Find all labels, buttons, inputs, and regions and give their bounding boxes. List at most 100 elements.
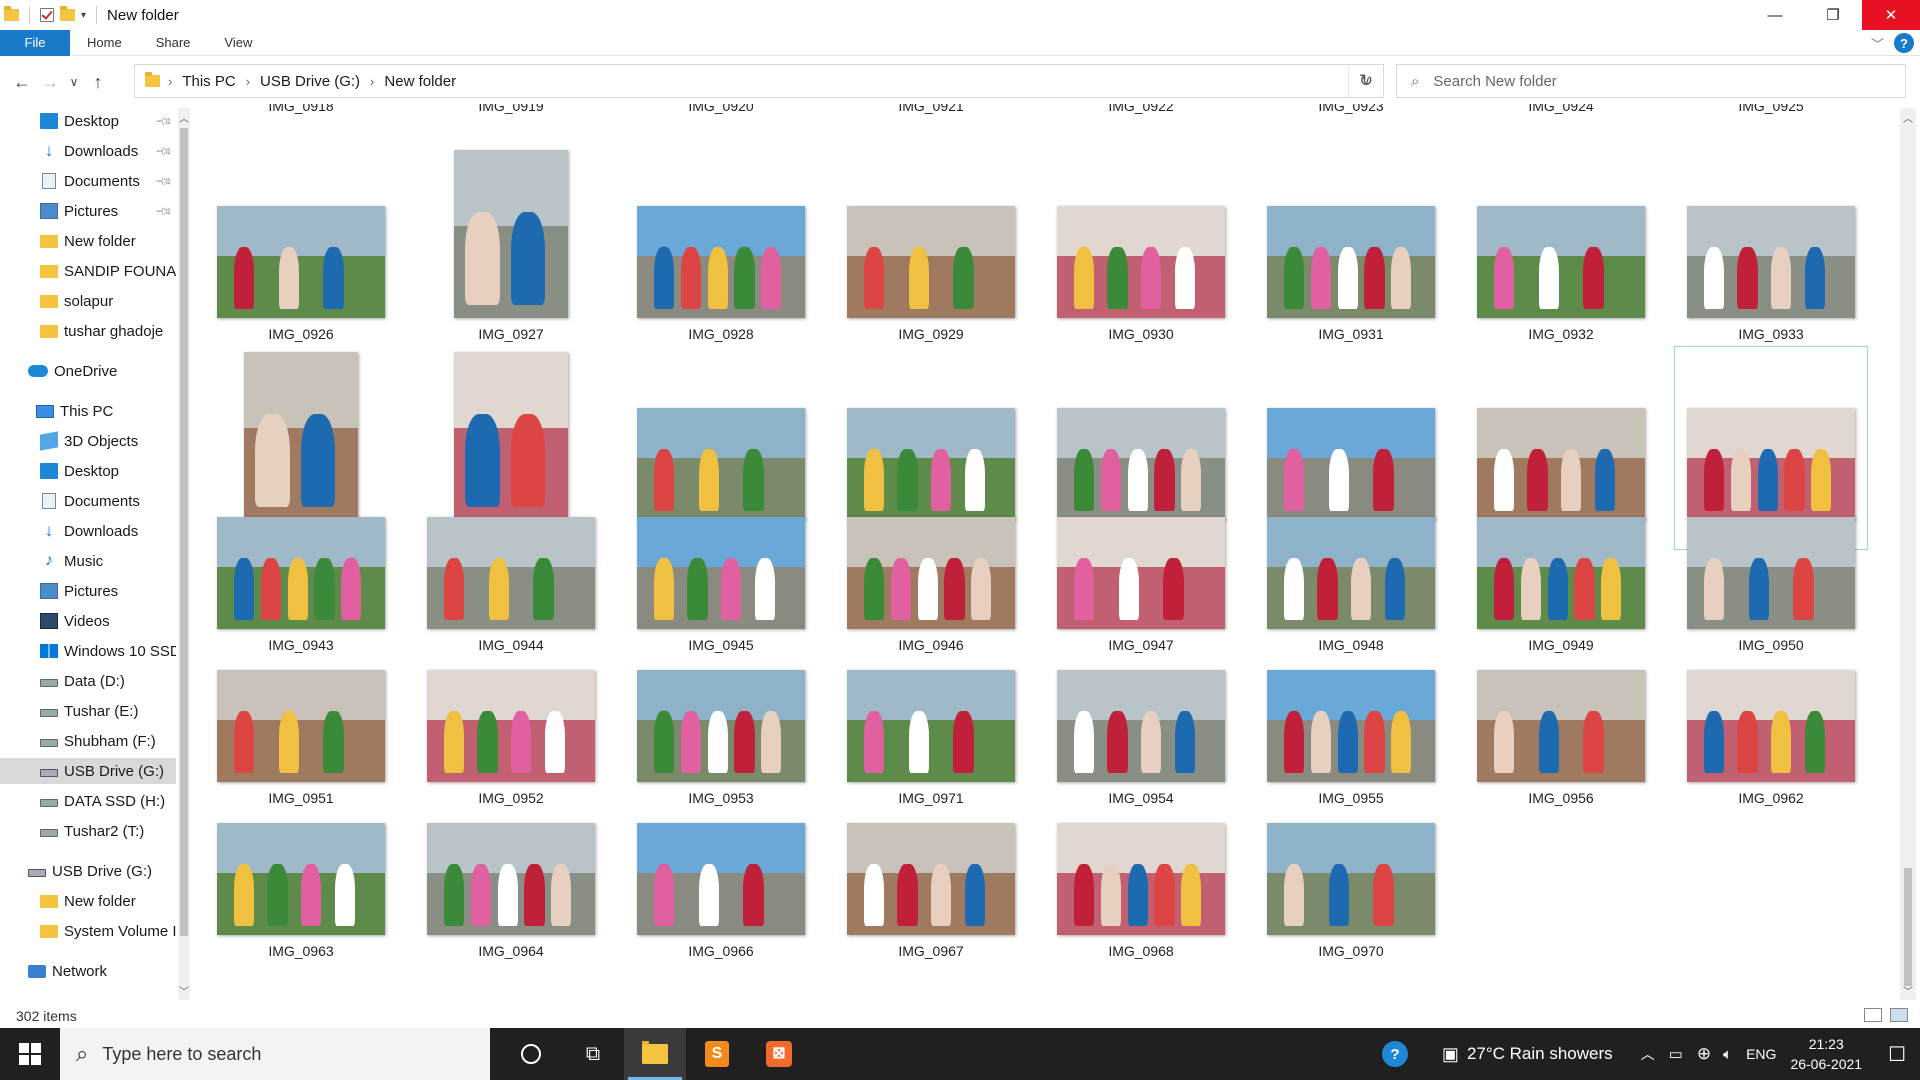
image-thumbnail[interactable] — [427, 670, 595, 782]
nav-scrollbar[interactable]: ︿ ﹀ — [178, 108, 190, 1000]
image-thumbnail[interactable] — [244, 352, 358, 520]
nav-item-sandip-founai[interactable]: SANDIP FOUNAI — [0, 258, 176, 284]
file-label-partial[interactable]: IMG_0925 — [1687, 104, 1855, 114]
file-name-label[interactable]: IMG_0971 — [826, 790, 1036, 806]
xampp-icon[interactable]: ⊠ — [748, 1028, 810, 1080]
content-scrollbar-thumb[interactable] — [1904, 868, 1912, 986]
breadcrumb-this-pc[interactable]: This PC — [182, 73, 235, 90]
nav-item-system-volume-i[interactable]: System Volume I — [0, 918, 176, 944]
clock[interactable]: 21:23 26-06-2021 — [1790, 1034, 1862, 1074]
nav-item-tushar2-t[interactable]: Tushar2 (T:) — [0, 818, 176, 844]
cortana-icon[interactable] — [500, 1028, 562, 1080]
image-thumbnail[interactable] — [1267, 408, 1435, 520]
image-thumbnail[interactable] — [637, 206, 805, 318]
expand-ribbon-icon[interactable]: ﹀ — [1871, 34, 1884, 53]
image-thumbnail[interactable] — [1057, 517, 1225, 629]
nav-item-desktop[interactable]: Desktop — [0, 458, 176, 484]
file-name-label[interactable]: IMG_0946 — [826, 637, 1036, 653]
breadcrumb-new-folder[interactable]: New folder — [384, 73, 456, 90]
image-thumbnail[interactable] — [1477, 517, 1645, 629]
customize-toolbar-icon[interactable]: ▾ — [81, 10, 86, 21]
image-thumbnail[interactable] — [217, 670, 385, 782]
details-view-icon[interactable] — [1864, 1008, 1882, 1022]
file-name-label[interactable]: IMG_0970 — [1246, 943, 1456, 959]
file-name-label[interactable]: IMG_0947 — [1036, 637, 1246, 653]
file-name-label[interactable]: IMG_0951 — [196, 790, 406, 806]
file-label-partial[interactable]: IMG_0920 — [637, 104, 805, 114]
nav-item-tushar-ghadoje[interactable]: tushar ghadoje — [0, 318, 176, 344]
file-name-label[interactable]: IMG_0929 — [826, 326, 1036, 342]
image-thumbnail[interactable] — [1687, 206, 1855, 318]
weather-text[interactable]: 27°C Rain showers — [1467, 1044, 1613, 1064]
image-thumbnail[interactable] — [217, 517, 385, 629]
file-name-label[interactable]: IMG_0944 — [406, 637, 616, 653]
image-thumbnail[interactable] — [637, 517, 805, 629]
nav-item-new-folder[interactable]: New folder — [0, 888, 176, 914]
image-thumbnail[interactable] — [637, 823, 805, 935]
image-thumbnail[interactable] — [454, 352, 568, 520]
weather-icon[interactable]: ▣ — [1442, 1044, 1459, 1065]
new-folder-icon[interactable] — [60, 6, 75, 21]
scroll-up-icon[interactable]: ︿ — [178, 110, 190, 125]
chevron-right-icon[interactable]: › — [246, 74, 250, 89]
search-input[interactable]: ⌕ Search New folder — [1396, 64, 1906, 98]
battery-icon[interactable]: ▭ — [1669, 1045, 1683, 1063]
image-thumbnail[interactable] — [217, 823, 385, 935]
file-name-label[interactable]: IMG_0966 — [616, 943, 826, 959]
maximize-button[interactable]: ❐ — [1804, 0, 1862, 30]
file-name-label[interactable]: IMG_0955 — [1246, 790, 1456, 806]
file-label-partial[interactable]: IMG_0919 — [427, 104, 595, 114]
image-thumbnail[interactable] — [1687, 517, 1855, 629]
file-name-label[interactable]: IMG_0945 — [616, 637, 826, 653]
refresh-button[interactable]: ↻ — [1348, 64, 1384, 98]
file-name-label[interactable]: IMG_0932 — [1456, 326, 1666, 342]
tab-view[interactable]: View — [207, 30, 269, 56]
nav-item-pictures[interactable]: Pictures — [0, 578, 176, 604]
image-thumbnail[interactable] — [847, 408, 1015, 520]
nav-item-3d-objects[interactable]: 3D Objects — [0, 428, 176, 454]
tab-home[interactable]: Home — [70, 30, 139, 56]
file-name-label[interactable]: IMG_0968 — [1036, 943, 1246, 959]
image-thumbnail[interactable] — [847, 670, 1015, 782]
image-thumbnail[interactable] — [1267, 823, 1435, 935]
image-thumbnail[interactable] — [1687, 670, 1855, 782]
properties-icon[interactable] — [40, 8, 54, 22]
image-thumbnail[interactable] — [847, 206, 1015, 318]
image-thumbnail[interactable] — [1057, 206, 1225, 318]
file-name-label[interactable]: IMG_0927 — [406, 326, 616, 342]
minimize-button[interactable]: — — [1746, 0, 1804, 30]
language-indicator[interactable]: ENG — [1746, 1046, 1776, 1062]
file-name-label[interactable]: IMG_0931 — [1246, 326, 1456, 342]
image-thumbnail[interactable] — [1057, 670, 1225, 782]
tab-file[interactable]: File — [0, 29, 70, 56]
file-name-label[interactable]: IMG_0953 — [616, 790, 826, 806]
scroll-up-icon[interactable]: ︿ — [1902, 110, 1914, 125]
file-name-label[interactable]: IMG_0952 — [406, 790, 616, 806]
image-thumbnail[interactable] — [454, 150, 568, 318]
nav-item-this-pc[interactable]: This PC — [0, 398, 176, 424]
file-name-label[interactable]: IMG_0964 — [406, 943, 616, 959]
file-name-label[interactable]: IMG_0962 — [1666, 790, 1876, 806]
nav-item-pictures[interactable]: Pictures 📌︎ — [0, 198, 176, 224]
file-label-partial[interactable]: IMG_0918 — [217, 104, 385, 114]
nav-item-downloads[interactable]: ↓ Downloads 📌︎ — [0, 138, 176, 164]
nav-item-solapur[interactable]: solapur — [0, 288, 176, 314]
image-thumbnail[interactable] — [637, 670, 805, 782]
taskbar-search[interactable]: ⌕ Type here to search — [60, 1028, 490, 1080]
volume-icon[interactable]: 🔈︎ — [1723, 1046, 1732, 1063]
chevron-right-icon[interactable]: › — [370, 74, 374, 89]
image-thumbnail[interactable] — [1477, 670, 1645, 782]
file-label-partial[interactable]: IMG_0924 — [1477, 104, 1645, 114]
image-thumbnail[interactable] — [427, 823, 595, 935]
nav-item-music[interactable]: ♪ Music — [0, 548, 176, 574]
chevron-right-icon[interactable]: › — [168, 74, 172, 89]
file-label-partial[interactable]: IMG_0923 — [1267, 104, 1435, 114]
nav-scrollbar-thumb[interactable] — [180, 128, 188, 936]
image-thumbnail[interactable] — [847, 823, 1015, 935]
nav-item-network[interactable]: Network — [0, 958, 176, 984]
image-thumbnail[interactable] — [637, 408, 805, 520]
nav-item-documents[interactable]: Documents 📌︎ — [0, 168, 176, 194]
file-name-label[interactable]: IMG_0928 — [616, 326, 826, 342]
task-view-icon[interactable]: ⧉ — [562, 1028, 624, 1080]
file-label-partial[interactable]: IMG_0922 — [1057, 104, 1225, 114]
